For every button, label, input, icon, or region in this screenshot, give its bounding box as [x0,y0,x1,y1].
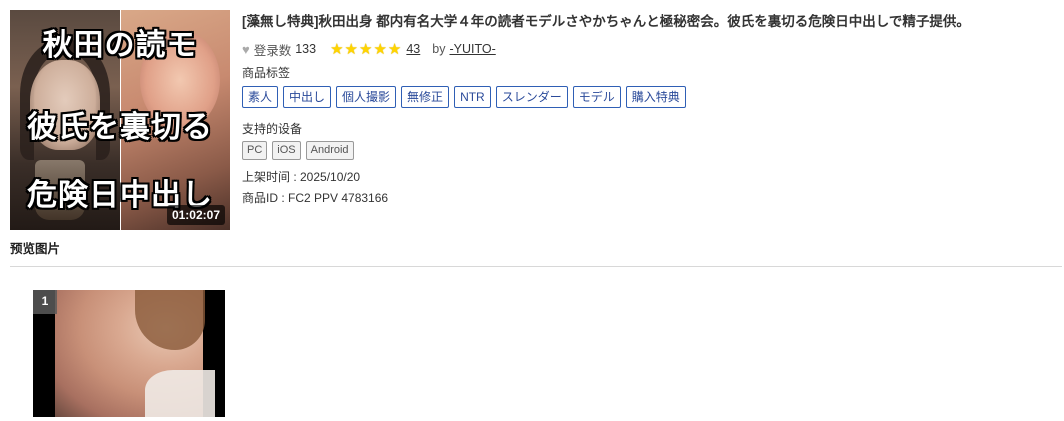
release-date: 上架时间 : 2025/10/20 [242,170,361,184]
tag-item[interactable]: 素人 [242,86,279,108]
preview-image-hair [135,290,205,350]
thumbnail-caption-line-1: 秋田の読モ [42,28,198,63]
tag-item[interactable]: 個人撮影 [336,86,397,108]
product-id: 商品ID : FC2 PPV 4783166 [242,191,389,205]
preview-index-badge: 1 [33,290,57,314]
heart-icon[interactable]: ♥ [242,42,250,57]
star-icon: ★ [330,40,344,58]
tag-item[interactable]: スレンダー [495,86,568,108]
favorites-count: 133 [295,42,317,56]
tag-item[interactable]: 中出し [283,86,332,108]
rating-stars: ★ ★ ★ ★ ★ [330,42,402,57]
review-count-link[interactable]: 43 [406,42,420,56]
seller-link[interactable]: -YUITO- [449,42,495,56]
preview-image[interactable]: 1 [33,290,225,417]
tag-item[interactable]: NTR [454,86,491,108]
thumbnail-caption-line-2: 彼氏を裏切る [27,110,213,145]
tag-item[interactable]: モデル [572,86,621,108]
star-icon: ★ [359,40,373,58]
tag-item[interactable]: 購入特典 [625,86,686,108]
by-label: by [432,42,446,56]
star-icon: ★ [373,40,387,58]
product-title: [藻無し特典]秋田出身 都内有名大学４年の読者モデルさやかちゃんと極秘密会。彼氏… [242,14,970,29]
tag-item[interactable]: 無修正 [401,86,450,108]
favorites-label: 登录数 [253,43,292,58]
device-badge-ios: iOS [272,141,301,160]
preview-image-content [55,290,215,417]
star-icon: ★ [344,40,358,58]
device-list: PC iOS Android [242,141,1052,160]
section-divider [10,266,1062,267]
device-badge-android: Android [305,141,354,160]
tags-label: 商品标签 [242,66,291,80]
device-badge-pc: PC [242,141,268,160]
product-meta-row: ♥ 登录数 133 ★ ★ ★ ★ ★ 43 by -YUITO- [242,40,1052,58]
preview-image-sheet [145,370,215,417]
video-duration-badge: 01:02:07 [166,205,225,225]
preview-heading: 预览图片 [10,242,61,256]
product-thumbnail[interactable]: 秋田の読モ 彼氏を裏切る 危険日中出し 01:02:07 [10,10,230,230]
tag-list: 素人 中出し 個人撮影 無修正 NTR スレンダー モデル 購入特典 [242,86,1052,108]
product-info: [藻無し特典]秋田出身 都内有名大学４年の読者モデルさやかちゃんと極秘密会。彼氏… [242,12,1052,205]
devices-label: 支持的设备 [242,122,303,136]
star-icon: ★ [387,40,402,58]
